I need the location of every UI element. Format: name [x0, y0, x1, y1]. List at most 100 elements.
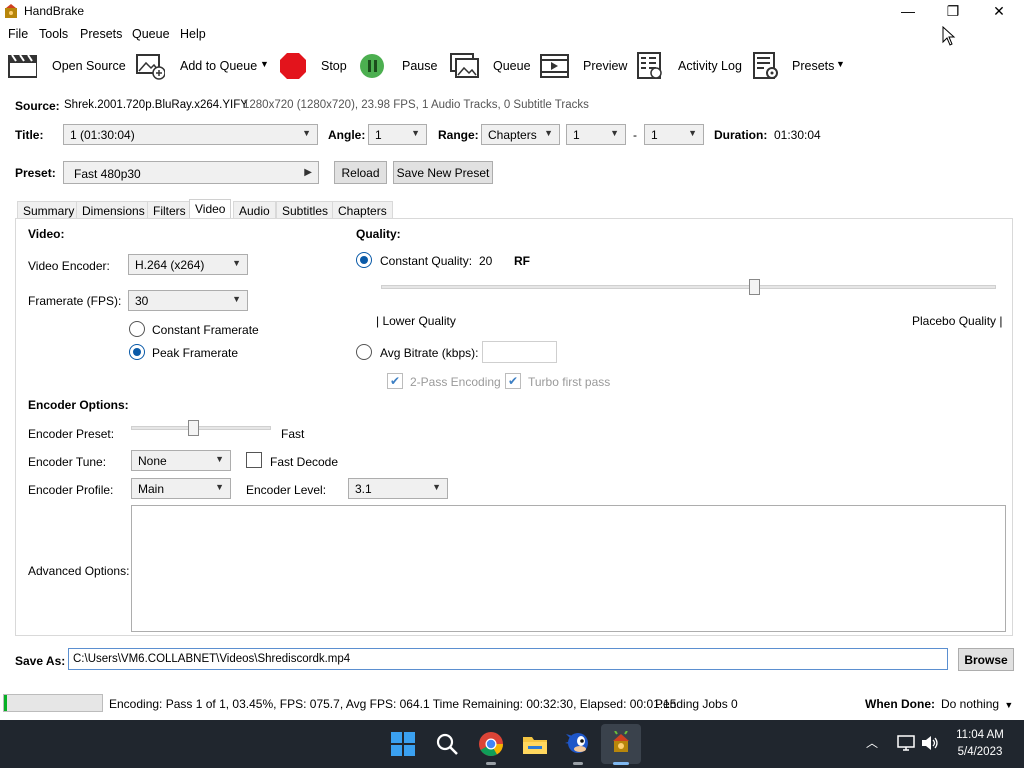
range-start-select[interactable]: 1 ▼	[566, 124, 626, 145]
duration-label: Duration:	[714, 128, 768, 142]
fast-decode-label: Fast Decode	[270, 455, 339, 469]
tab-audio[interactable]: Audio	[233, 201, 276, 218]
tab-subtitles[interactable]: Subtitles	[276, 201, 335, 218]
add-to-queue-button[interactable]: Add to Queue	[180, 59, 257, 73]
menu-tools[interactable]: Tools	[39, 27, 68, 41]
add-to-queue-icon[interactable]	[135, 52, 165, 80]
search-icon[interactable]	[435, 732, 459, 756]
open-source-button[interactable]: Open Source	[52, 59, 126, 73]
tab-video[interactable]: Video	[189, 199, 232, 219]
video-encoder-label: Video Encoder:	[28, 259, 110, 273]
clock-date[interactable]: 5/4/2023	[948, 746, 1012, 758]
pause-button[interactable]: Pause	[402, 59, 437, 73]
video-encoder-select[interactable]: H.264 (x264) ▼	[128, 254, 248, 275]
presets-icon[interactable]	[752, 52, 782, 80]
encoder-tune-label: Encoder Tune:	[28, 455, 107, 469]
constant-quality-radio[interactable]	[356, 252, 372, 268]
range-separator: -	[633, 128, 637, 142]
range-type-value: Chapters	[488, 128, 537, 142]
angle-select[interactable]: 1 ▼	[368, 124, 427, 145]
activity-log-button[interactable]: Activity Log	[678, 59, 742, 73]
queue-button[interactable]: Queue	[493, 59, 531, 73]
reload-button[interactable]: Reload	[334, 161, 387, 184]
encode-status-text: Encoding: Pass 1 of 1, 03.45%, FPS: 075.…	[109, 697, 677, 711]
mouse-cursor-icon	[942, 26, 956, 46]
save-new-preset-button[interactable]: Save New Preset	[393, 161, 493, 184]
clock-time[interactable]: 11:04 AM	[948, 729, 1012, 741]
encoder-tune-select[interactable]: None ▼	[131, 450, 231, 471]
range-label: Range:	[438, 128, 479, 142]
quality-slider-thumb[interactable]	[749, 279, 760, 295]
tab-filters[interactable]: Filters	[147, 201, 192, 218]
avg-bitrate-input[interactable]	[482, 341, 557, 363]
title-label: Title:	[15, 128, 44, 142]
handbrake-taskbar-button[interactable]	[601, 724, 641, 765]
preset-select[interactable]: Fast 480p30 ▶	[63, 161, 319, 184]
tab-dimensions[interactable]: Dimensions	[76, 201, 151, 218]
two-pass-checkbox[interactable]: ✔	[387, 373, 403, 389]
title-bar: HandBrake — ❐ ✕	[0, 0, 1024, 22]
quality-slider-track[interactable]	[381, 285, 996, 289]
windows-start-icon[interactable]	[390, 731, 416, 757]
tab-chapters[interactable]: Chapters	[332, 201, 393, 218]
restore-button[interactable]: ❐	[930, 0, 976, 22]
advanced-options-textarea[interactable]	[131, 505, 1006, 632]
menu-help[interactable]: Help	[180, 27, 206, 41]
when-done-select[interactable]: Do nothing ▼	[941, 697, 1013, 711]
peak-framerate-radio[interactable]	[129, 344, 145, 360]
preview-icon[interactable]	[540, 52, 570, 80]
clapperboard-icon[interactable]	[7, 52, 37, 80]
source-name: Shrek.2001.720p.BluRay.x264.YIFY	[64, 99, 248, 111]
save-as-path-input[interactable]: C:\Users\VM6.COLLABNET\Videos\Shrediscor…	[68, 648, 948, 670]
encoder-profile-label: Encoder Profile:	[28, 483, 114, 497]
presets-button[interactable]: Presets	[792, 59, 834, 73]
minimize-button[interactable]: —	[885, 0, 931, 22]
chrome-running-indicator	[486, 762, 496, 765]
menu-presets[interactable]: Presets	[80, 27, 122, 41]
menu-queue[interactable]: Queue	[132, 27, 170, 41]
preview-button[interactable]: Preview	[583, 59, 627, 73]
presets-dropdown-icon[interactable]: ▼	[836, 59, 845, 69]
quality-heading: Quality:	[356, 227, 401, 241]
encoder-preset-slider-track[interactable]	[131, 426, 271, 430]
add-to-queue-dropdown-icon[interactable]: ▼	[260, 59, 269, 69]
sonic-running-indicator	[573, 762, 583, 765]
encoder-level-select[interactable]: 3.1 ▼	[348, 478, 448, 499]
framerate-label: Framerate (FPS):	[28, 294, 122, 308]
video-encoder-value: H.264 (x264)	[135, 258, 205, 272]
constant-quality-unit: RF	[514, 254, 530, 268]
stop-button[interactable]: Stop	[321, 59, 347, 73]
encoder-preset-slider-thumb[interactable]	[188, 420, 199, 436]
range-type-select[interactable]: Chapters ▼	[481, 124, 560, 145]
network-icon[interactable]	[896, 734, 916, 752]
stop-icon[interactable]	[279, 52, 309, 80]
activity-log-icon[interactable]	[636, 52, 666, 80]
constant-framerate-radio[interactable]	[129, 321, 145, 337]
window-title: HandBrake	[24, 4, 85, 18]
menu-file[interactable]: File	[8, 27, 28, 41]
chevron-up-icon[interactable]: ︿	[866, 734, 878, 751]
tab-summary[interactable]: Summary	[17, 201, 81, 218]
volume-icon[interactable]	[920, 734, 940, 752]
advanced-options-label: Advanced Options:	[28, 564, 130, 578]
encoder-profile-select[interactable]: Main ▼	[131, 478, 231, 499]
when-done-label: When Done:	[865, 697, 935, 711]
chrome-icon[interactable]	[478, 731, 504, 757]
range-end-select[interactable]: 1 ▼	[644, 124, 704, 145]
avg-bitrate-radio[interactable]	[356, 344, 372, 360]
pause-icon[interactable]	[359, 52, 389, 80]
queue-icon[interactable]	[449, 52, 479, 80]
framerate-select[interactable]: 30 ▼	[128, 290, 248, 311]
close-button[interactable]: ✕	[976, 0, 1022, 22]
angle-label: Angle:	[328, 128, 366, 142]
file-explorer-icon[interactable]	[522, 732, 548, 756]
peak-framerate-label: Peak Framerate	[152, 346, 239, 360]
title-select[interactable]: 1 (01:30:04) ▼	[63, 124, 318, 145]
sonic-app-icon[interactable]	[565, 730, 591, 758]
chevron-down-icon: ▼	[610, 128, 619, 138]
encoder-level-label: Encoder Level:	[246, 483, 327, 497]
browse-button[interactable]: Browse	[958, 648, 1014, 671]
encoder-tune-value: None	[138, 454, 167, 468]
fast-decode-checkbox[interactable]	[246, 452, 262, 468]
turbo-first-pass-checkbox[interactable]: ✔	[505, 373, 521, 389]
